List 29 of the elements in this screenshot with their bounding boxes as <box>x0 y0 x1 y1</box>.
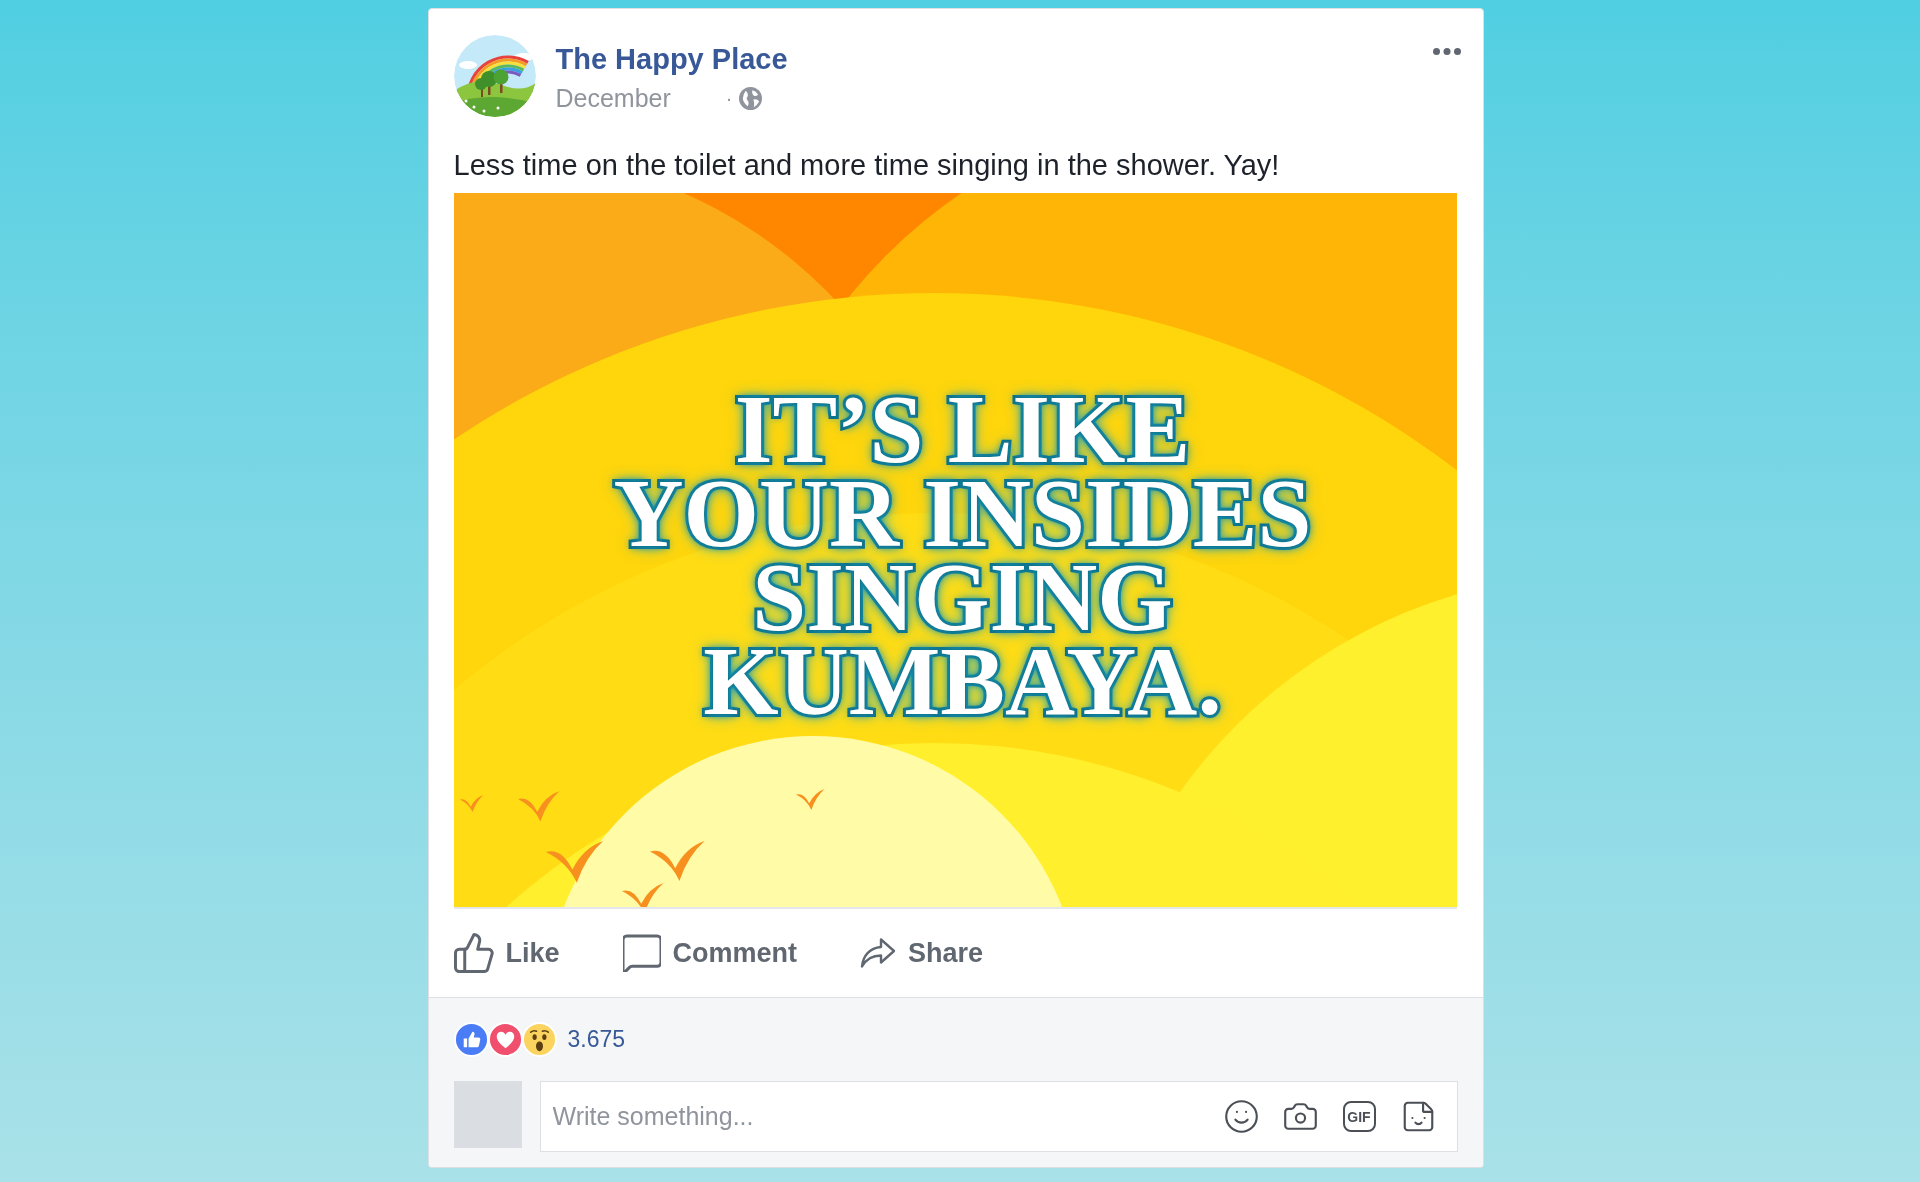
post-text: Less time on the toilet and more time singing in the shower. Yay! <box>452 148 1281 182</box>
globe-icon <box>738 86 762 110</box>
avatar-placeholder <box>453 1081 522 1148</box>
share-button[interactable]: Share <box>860 937 984 969</box>
like-button[interactable]: Like <box>453 933 560 973</box>
page-name-link[interactable]: The Happy Place <box>555 42 788 76</box>
thumbs-up-icon <box>453 933 494 973</box>
heart-reaction-icon <box>487 1021 523 1057</box>
comment-button[interactable]: Comment <box>622 934 798 972</box>
smiley-icon[interactable] <box>1224 1100 1258 1133</box>
sticker-icon[interactable] <box>1401 1100 1435 1133</box>
bird-icon <box>649 841 705 881</box>
gif-button[interactable]: GIF <box>1342 1101 1376 1132</box>
comment-input-field[interactable]: Write something... <box>552 1096 1225 1137</box>
bird-icon <box>459 795 483 813</box>
bird-icon <box>621 883 664 907</box>
reaction-count-link[interactable]: 3.675 <box>567 1025 626 1053</box>
like-reaction-icon <box>453 1021 489 1057</box>
bird-icon <box>517 791 560 822</box>
more-options-icon[interactable] <box>1432 48 1461 55</box>
surprised-face-icon <box>521 1021 557 1057</box>
camera-icon[interactable] <box>1283 1100 1317 1133</box>
share-arrow-icon <box>860 937 897 969</box>
speech-bubble-icon <box>622 934 661 972</box>
bird-icon <box>795 789 825 810</box>
separator-dot: · <box>725 86 733 110</box>
image-headline-text: IT’S LIKE YOUR INSIDES SINGING KUMBAYA. <box>613 388 1312 724</box>
bird-icon <box>545 841 603 883</box>
comment-box[interactable]: Write something... GIF <box>539 1081 1458 1152</box>
